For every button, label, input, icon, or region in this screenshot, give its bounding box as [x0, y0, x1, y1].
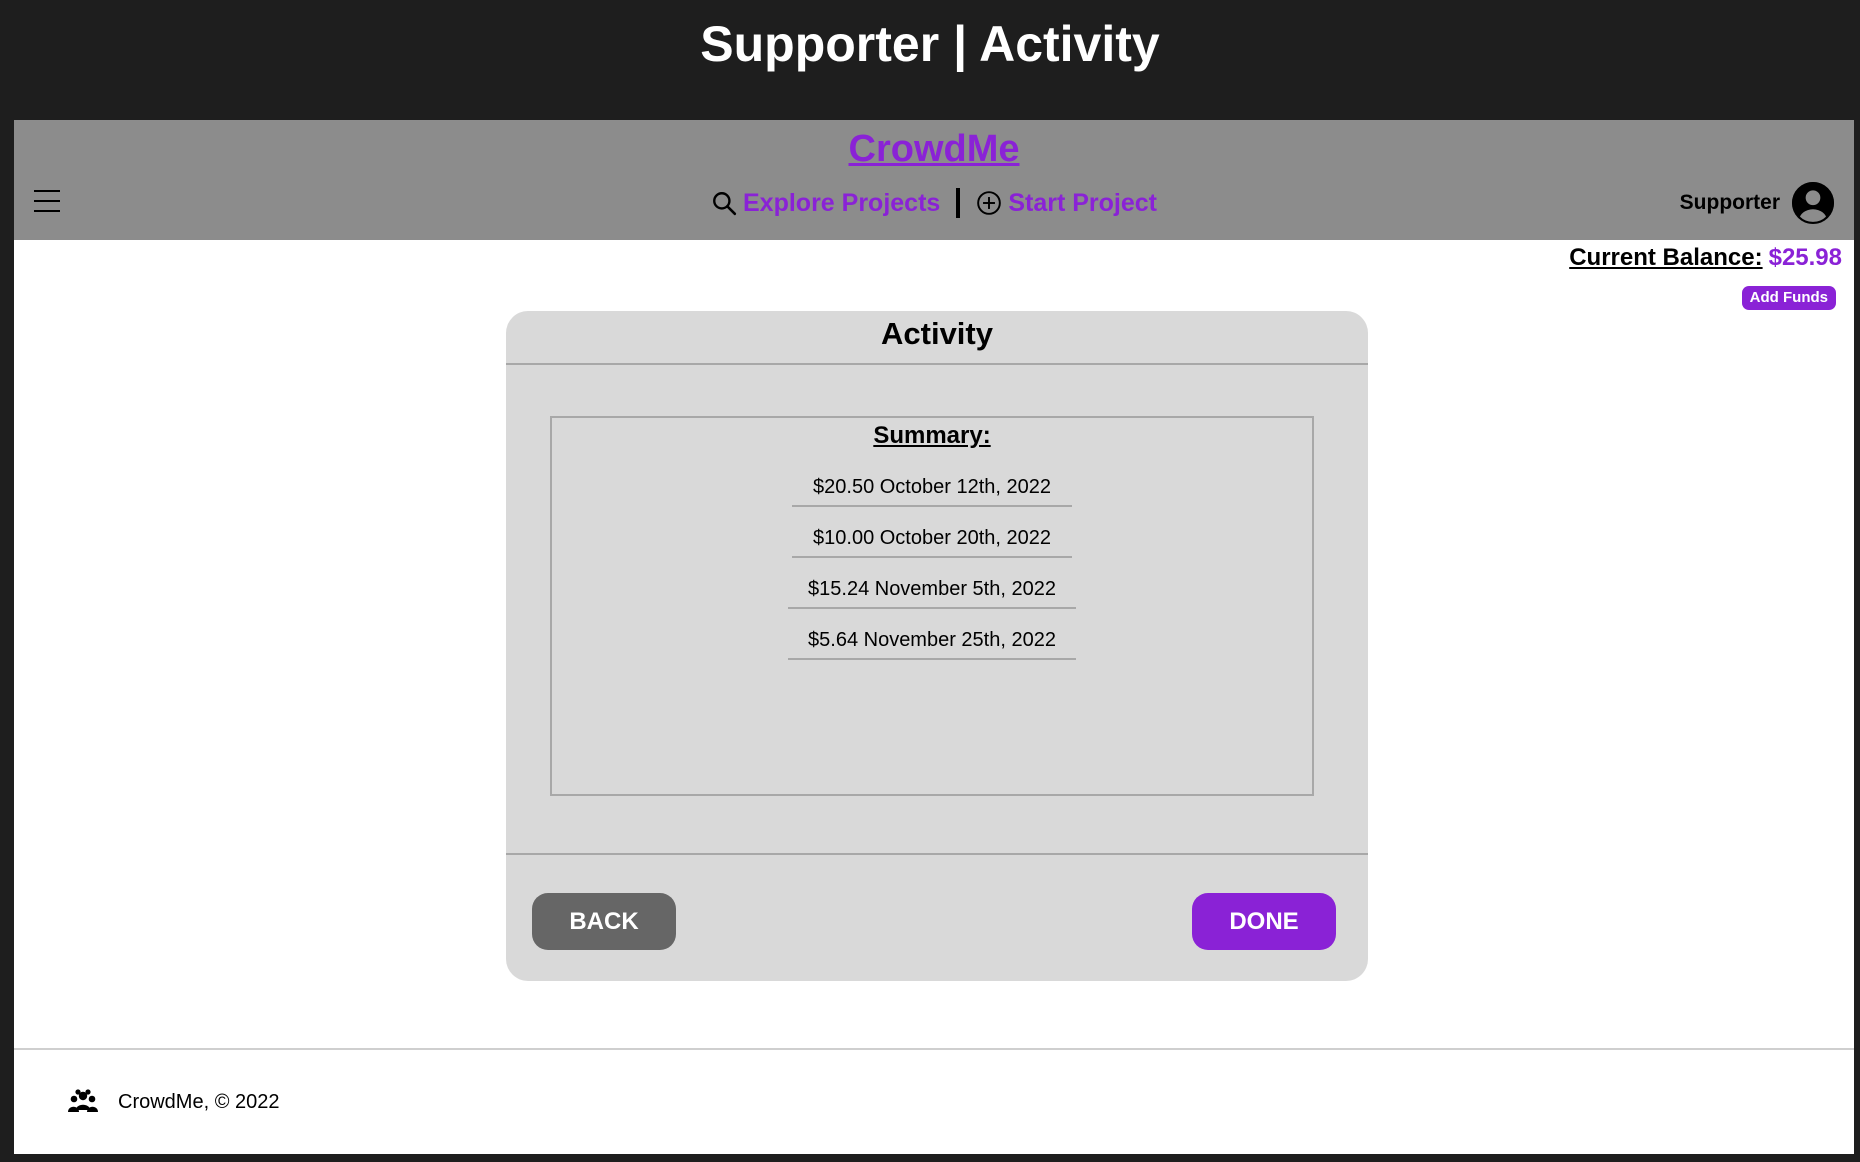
plus-circle-icon [977, 191, 1002, 215]
card-header-divider [506, 363, 1368, 365]
current-balance: Current Balance: $25.98 [1569, 244, 1842, 272]
search-icon [713, 192, 737, 216]
group-icon [68, 1089, 98, 1112]
nav-explore-label: Explore Projects [743, 188, 941, 217]
nav-links: Explore Projects Start Project [14, 188, 1854, 218]
summary-item: $10.00 October 20th, 2022 [792, 527, 1072, 558]
footer-divider [14, 1048, 1854, 1050]
footer: CrowdMe, © 2022 [68, 1088, 279, 1116]
user-menu[interactable]: Supporter [1680, 182, 1834, 224]
footer-text: CrowdMe, © 2022 [118, 1090, 280, 1113]
activity-card: Activity Summary: $20.50 October 12th, 2… [506, 311, 1368, 981]
brand-name[interactable]: CrowdMe [849, 128, 1020, 170]
done-button[interactable]: DONE [1192, 893, 1336, 950]
user-role-label: Supporter [1679, 191, 1780, 214]
nav-separator [956, 188, 961, 218]
summary-title: Summary: [873, 422, 991, 449]
page-title: Supporter | Activity [700, 16, 1160, 72]
card-title: Activity [881, 316, 993, 351]
summary-list: $20.50 October 12th, 2022 $10.00 October… [552, 476, 1312, 660]
summary-item: $20.50 October 12th, 2022 [792, 476, 1072, 507]
user-avatar-icon[interactable] [1792, 182, 1834, 224]
navbar: CrowdMe Explore Projects Start Project S… [14, 120, 1854, 240]
summary-item: $5.64 November 25th, 2022 [788, 629, 1076, 660]
balance-label: Current Balance: [1569, 244, 1763, 271]
nav-start-project[interactable]: Start Project [976, 189, 1157, 218]
nav-explore-projects[interactable]: Explore Projects [711, 189, 940, 218]
summary-box: Summary: $20.50 October 12th, 2022 $10.0… [550, 416, 1314, 796]
app-frame: CrowdMe Explore Projects Start Project S… [14, 120, 1854, 1154]
balance-amount: $25.98 [1768, 244, 1842, 271]
back-button[interactable]: BACK [532, 893, 676, 950]
brand-logo[interactable]: CrowdMe [14, 128, 1854, 171]
summary-item: $15.24 November 5th, 2022 [788, 578, 1076, 609]
card-footer-divider [506, 853, 1368, 855]
add-funds-button[interactable]: Add Funds [1741, 286, 1836, 310]
nav-start-label: Start Project [1008, 188, 1157, 217]
